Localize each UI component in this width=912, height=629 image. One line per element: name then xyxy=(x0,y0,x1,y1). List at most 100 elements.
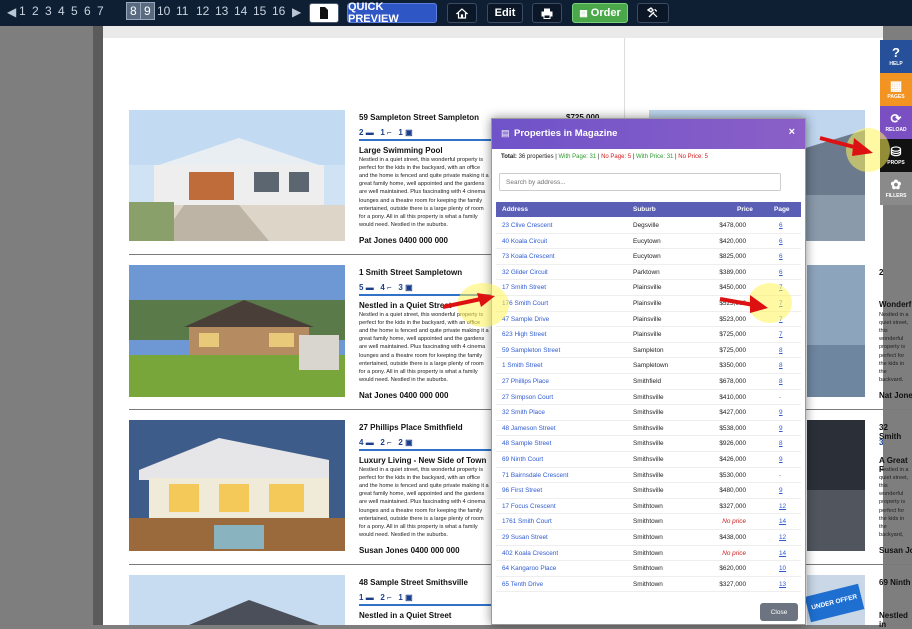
page-number[interactable]: 16 xyxy=(272,4,285,18)
page-number[interactable]: 1 xyxy=(19,4,26,18)
address-link[interactable]: 64 Kangaroo Place xyxy=(502,565,556,572)
page-link[interactable]: 8 xyxy=(779,440,783,447)
close-button[interactable]: Close xyxy=(760,603,798,621)
address-link[interactable]: 96 First Street xyxy=(502,487,542,494)
prev-page-arrow-icon[interactable]: ◀ xyxy=(7,5,16,19)
page-number[interactable]: 5 xyxy=(71,4,78,18)
page-link[interactable]: 14 xyxy=(779,550,786,557)
reload-button[interactable]: ⟳ RELOAD xyxy=(880,106,912,139)
home-button[interactable] xyxy=(447,3,477,23)
next-page-arrow-icon[interactable]: ▶ xyxy=(292,5,301,19)
address-link[interactable]: 402 Koala Crescent xyxy=(502,550,558,557)
page-link[interactable]: 12 xyxy=(779,503,786,510)
address-link[interactable]: 40 Koala Circuit xyxy=(502,238,547,245)
table-row[interactable]: 32 Smith Place Smithsville $427,000 9 xyxy=(496,405,801,421)
page-number[interactable]: 12 xyxy=(196,4,209,18)
table-row[interactable]: 1 Smith Street Sampletown $350,000 8 xyxy=(496,358,801,374)
page-link[interactable]: 9 xyxy=(779,456,783,463)
address-link[interactable]: 59 Sampleton Street xyxy=(502,347,560,354)
table-row[interactable]: 1761 Smith Court Smithtown No price 14 xyxy=(496,514,801,530)
page-number[interactable]: 3 xyxy=(45,4,52,18)
page-link[interactable]: 7 xyxy=(779,331,783,338)
page-number-selected[interactable]: 9 xyxy=(140,2,155,20)
table-row[interactable]: 32 Glider Circuit Parktown $389,000 6 xyxy=(496,265,801,281)
address-link[interactable]: 17 Focus Crescent xyxy=(502,503,556,510)
address-link[interactable]: 1761 Smith Court xyxy=(502,518,552,525)
quick-preview-button[interactable]: QUICK PREVIEW xyxy=(347,1,437,25)
page-link[interactable]: 6 xyxy=(779,222,783,229)
address-link[interactable]: 1 Smith Street xyxy=(502,362,543,369)
address-link[interactable]: 73 Koala Crescent xyxy=(502,253,555,260)
page-link[interactable]: 9 xyxy=(779,409,783,416)
address-link[interactable]: 71 Bairnsdale Crescent xyxy=(502,472,568,479)
table-row[interactable]: 29 Susan Street Smithtown $438,000 12 xyxy=(496,530,801,546)
tools-button[interactable] xyxy=(637,3,669,23)
table-row[interactable]: 17 Focus Crescent Smithtown $327,000 12 xyxy=(496,499,801,515)
address-link[interactable]: 17 Smith Street xyxy=(502,284,546,291)
pages-button[interactable]: ▦ PAGES xyxy=(880,73,912,106)
address-link[interactable]: 32 Glider Circuit xyxy=(502,269,548,276)
page-number[interactable]: 10 xyxy=(157,4,170,18)
address-link[interactable]: 27 Phillips Place xyxy=(502,378,549,385)
page-link[interactable]: 10 xyxy=(779,565,786,572)
address-link[interactable]: 29 Susan Street xyxy=(502,534,548,541)
address-link[interactable]: 48 Sample Street xyxy=(502,440,551,447)
column-header-suburb[interactable]: Suburb xyxy=(633,206,656,213)
table-row[interactable]: 48 Jameson Street Smithsville $538,000 9 xyxy=(496,421,801,437)
table-row[interactable]: 27 Simpson Court Smithsville $410,000 - xyxy=(496,390,801,406)
page-link[interactable]: 14 xyxy=(779,518,786,525)
page-link[interactable]: 8 xyxy=(779,362,783,369)
property-photo[interactable] xyxy=(129,575,345,625)
column-header-page[interactable]: Page xyxy=(774,206,790,213)
table-row[interactable]: 27 Phillips Place Smithfield $678,000 8 xyxy=(496,374,801,390)
fillers-button[interactable]: ✿ FILLERS xyxy=(880,172,912,205)
property-photo[interactable] xyxy=(129,110,345,241)
address-link[interactable]: 69 Ninth Court xyxy=(502,456,543,463)
page-link[interactable]: 6 xyxy=(779,269,783,276)
address-link[interactable]: 32 Smith Place xyxy=(502,409,545,416)
help-button[interactable]: ? HELP xyxy=(880,40,912,73)
order-button[interactable]: ▦ Order xyxy=(572,3,628,23)
address-link[interactable]: 623 High Street xyxy=(502,331,546,338)
address-link[interactable]: 23 Clive Crescent xyxy=(502,222,552,229)
page-link[interactable]: - xyxy=(779,472,781,479)
page-number[interactable]: 11 xyxy=(176,4,188,18)
page-number[interactable]: 6 xyxy=(84,4,91,18)
table-row[interactable]: 40 Koala Circuit Eucytown $420,000 6 xyxy=(496,234,801,250)
page-link[interactable]: 6 xyxy=(779,253,783,260)
page-link[interactable]: 6 xyxy=(779,238,783,245)
page-link[interactable]: 13 xyxy=(779,581,786,588)
property-photo[interactable] xyxy=(807,265,865,397)
table-row[interactable]: 48 Sample Street Smithsville $926,000 8 xyxy=(496,436,801,452)
page-number[interactable]: 7 xyxy=(97,4,104,18)
column-header-address[interactable]: Address xyxy=(502,206,528,213)
table-row[interactable]: 69 Ninth Court Smithsville $426,000 9 xyxy=(496,452,801,468)
page-number-selected[interactable]: 8 xyxy=(126,2,141,20)
page-link[interactable]: - xyxy=(779,394,781,401)
print-button[interactable] xyxy=(532,3,562,23)
table-row[interactable]: 65 Tenth Drive Smithtown $327,000 13 xyxy=(496,577,801,593)
page-link[interactable]: 8 xyxy=(779,378,783,385)
table-row[interactable]: 402 Koala Crescent Smithtown No price 14 xyxy=(496,546,801,562)
address-link[interactable]: 48 Jameson Street xyxy=(502,425,556,432)
address-link[interactable]: 27 Simpson Court xyxy=(502,394,553,401)
column-header-price[interactable]: Price xyxy=(737,206,753,213)
page-link[interactable]: 9 xyxy=(779,487,783,494)
page-number[interactable]: 4 xyxy=(58,4,65,18)
table-row[interactable]: 96 First Street Smithsville $480,000 9 xyxy=(496,483,801,499)
page-link[interactable]: 8 xyxy=(779,347,783,354)
address-link[interactable]: 47 Sample Drive xyxy=(502,316,549,323)
address-search-input[interactable] xyxy=(499,173,781,191)
property-photo[interactable] xyxy=(129,265,345,397)
page-number[interactable]: 13 xyxy=(215,4,228,18)
page-number[interactable]: 14 xyxy=(234,4,247,18)
close-icon[interactable]: × xyxy=(789,126,795,138)
page-link[interactable]: 9 xyxy=(779,425,783,432)
document-button[interactable] xyxy=(309,3,339,23)
table-row[interactable]: 623 High Street Plainsville $725,000 7 xyxy=(496,327,801,343)
property-photo[interactable] xyxy=(129,420,345,551)
table-row[interactable]: 73 Koala Crescent Eucytown $825,000 6 xyxy=(496,249,801,265)
edit-button[interactable]: Edit xyxy=(487,3,523,23)
table-row[interactable]: 23 Clive Crescent Degsville $478,000 6 xyxy=(496,218,801,234)
page-number[interactable]: 15 xyxy=(253,4,266,18)
